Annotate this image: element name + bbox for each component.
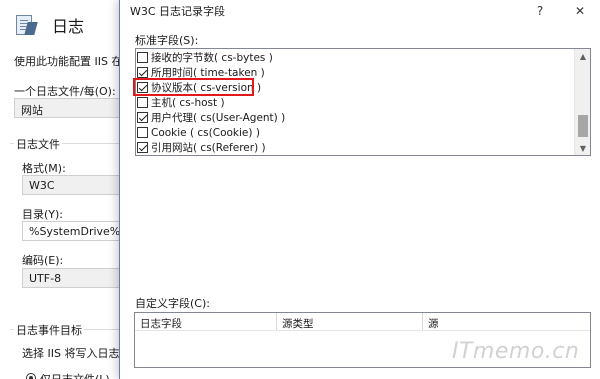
field-item-cs-bytes[interactable]: 接收的字节数( cs-bytes ) [136, 50, 273, 65]
panel-header: 日志 [14, 13, 84, 37]
dialog-titlebar: W3C 日志记录字段 ? ✕ [120, 0, 600, 22]
list-scrollbar[interactable]: ▲ ▼ [574, 49, 590, 155]
field-label: 主机( cs-host ) [151, 97, 225, 109]
encoding-label: 编码(E): [22, 254, 64, 267]
panel-title: 日志 [52, 17, 85, 36]
field-item-user-agent[interactable]: 用户代理( cs(User-Agent) ) [136, 110, 285, 125]
one-log-per-label: 一个日志文件/每(O): [14, 85, 116, 98]
scroll-thumb[interactable] [578, 115, 588, 137]
field-checkbox[interactable] [137, 127, 148, 138]
field-label: Cookie ( cs(Cookie) ) [151, 126, 260, 139]
column-header-source[interactable]: 源 [423, 313, 590, 330]
field-checkbox[interactable] [137, 67, 148, 78]
event-target-group-label: 日志事件目标 [14, 322, 84, 338]
w3c-fields-dialog: W3C 日志记录字段 ? ✕ 标准字段(S): 接收的字节数( cs-bytes… [119, 0, 600, 379]
field-checkbox[interactable] [137, 142, 148, 153]
log-file-only-radio[interactable] [26, 373, 36, 379]
close-button[interactable]: ✕ [560, 4, 600, 18]
scroll-up-icon[interactable]: ▲ [575, 49, 590, 63]
directory-input[interactable]: %SystemDrive%\inet [22, 221, 125, 241]
field-label: 接收的字节数( cs-bytes ) [151, 52, 273, 64]
format-select[interactable]: W3C [22, 175, 125, 195]
grid-header: 日志字段 源类型 源 [135, 313, 590, 331]
column-header-log-field[interactable]: 日志字段 [135, 313, 277, 330]
standard-fields-list[interactable]: 接收的字节数( cs-bytes ) 所用时间( time-taken ) 协议… [135, 48, 591, 156]
directory-label: 目录(Y): [22, 208, 64, 221]
field-checkbox[interactable] [137, 97, 148, 108]
format-label: 格式(M): [22, 162, 66, 175]
field-item-referer[interactable]: 引用网站( cs(Referer) ) [136, 140, 266, 155]
encoding-select[interactable]: UTF-8 [22, 268, 125, 288]
watermark: ITmemo.cn [452, 339, 580, 364]
dialog-title: W3C 日志记录字段 [130, 5, 226, 18]
one-log-per-select[interactable]: 网站 [14, 98, 125, 118]
field-checkbox[interactable] [137, 112, 148, 123]
column-header-source-type[interactable]: 源类型 [277, 313, 423, 330]
field-label: 用户代理( cs(User-Agent) ) [151, 112, 286, 124]
field-item-cookie[interactable]: Cookie ( cs(Cookie) ) [136, 125, 260, 140]
iis-logging-panel: 日志 使用此功能配置 IIS 在 W 一个日志文件/每(O): 网站 日志文件 … [0, 0, 125, 379]
scroll-down-icon[interactable]: ▼ [575, 141, 590, 155]
event-target-description: 选择 IIS 将写入日志事 [22, 347, 125, 360]
help-button[interactable]: ? [520, 4, 560, 18]
log-file-group-label: 日志文件 [14, 136, 62, 152]
field-checkbox[interactable] [137, 52, 148, 63]
highlight-annotation [133, 78, 254, 96]
custom-fields-label: 自定义字段(C): [135, 297, 210, 310]
field-label: 引用网站( cs(Referer) ) [151, 142, 266, 154]
standard-fields-label: 标准字段(S): [135, 34, 199, 47]
field-item-cs-host[interactable]: 主机( cs-host ) [136, 95, 225, 110]
panel-description: 使用此功能配置 IIS 在 W [14, 55, 125, 68]
logging-feature-icon [14, 13, 38, 37]
log-file-only-label: 仅日志文件(L) [40, 371, 110, 379]
